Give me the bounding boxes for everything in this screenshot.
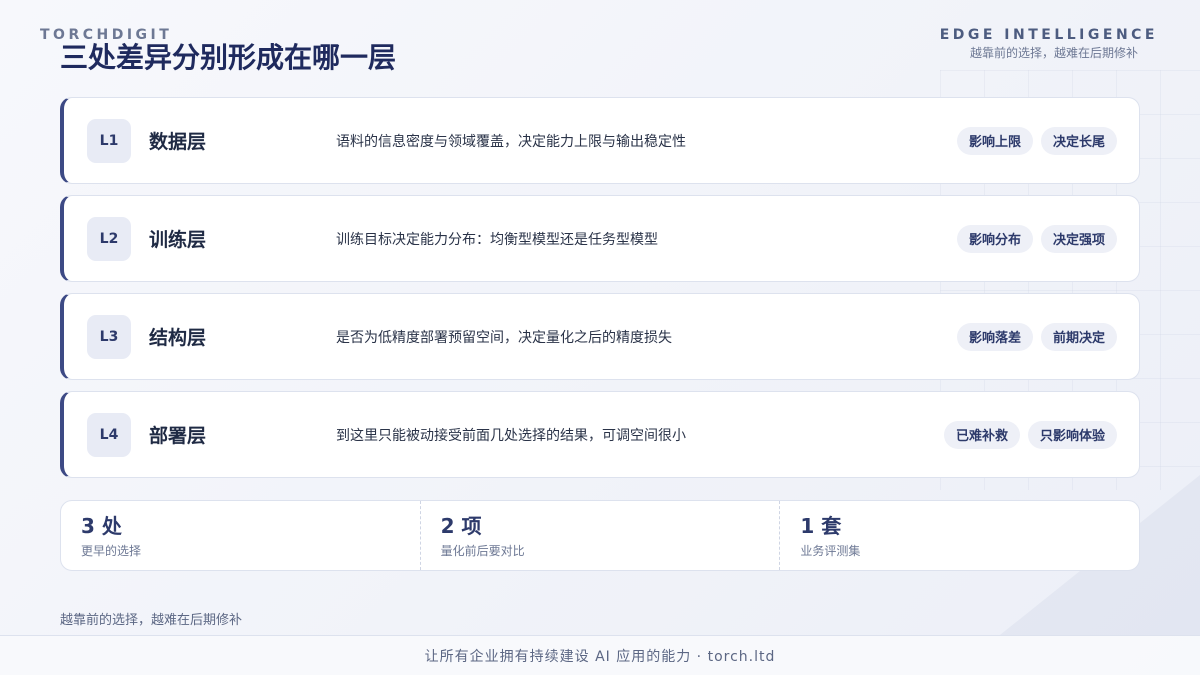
layer-code-badge: L3 [87, 314, 131, 359]
stat-value: 2 项 [440, 514, 482, 538]
footer-bar: 让所有企业拥有持续建设 AI 应用的能力 · torch.ltd [0, 635, 1200, 675]
layer-name: 结构层 [149, 327, 207, 349]
layer-tags: 已难补救 只影响体验 [943, 420, 1117, 449]
layer-tags: 影响落差 前期决定 [956, 322, 1117, 351]
layer-description: 语料的信息密度与领域覆盖，决定能力上限与输出稳定性 [336, 133, 686, 150]
stat-label: 更早的选择 [81, 544, 142, 558]
stat-item: 3 处 更早的选择 [61, 501, 421, 570]
stat-label: 业务评测集 [800, 544, 861, 558]
header-tag-chinese: 越靠前的选择，越难在后期修补 [969, 46, 1138, 60]
layer-tag: 影响落差 [956, 322, 1033, 351]
header-tag-english: EDGE INTELLIGENCE [939, 27, 1158, 43]
layer-tag: 只影响体验 [1027, 420, 1117, 449]
stat-label: 量化前后要对比 [440, 544, 525, 558]
layer-tag: 影响上限 [956, 126, 1033, 155]
layer-tags: 影响分布 决定强项 [956, 224, 1117, 253]
summary-stats: 3 处 更早的选择 2 项 量化前后要对比 1 套 业务评测集 [60, 500, 1140, 571]
layer-card-l1: L1 数据层 语料的信息密度与领域覆盖，决定能力上限与输出稳定性 影响上限 决定… [60, 97, 1140, 184]
stat-value: 1 套 [800, 514, 842, 538]
layer-description: 训练目标决定能力分布：均衡型模型还是任务型模型 [336, 231, 658, 248]
layer-name: 部署层 [149, 425, 207, 447]
layer-tags: 影响上限 决定长尾 [956, 126, 1117, 155]
page-title: 三处差异分别形成在哪一层 [60, 41, 397, 74]
layer-name: 训练层 [149, 229, 207, 251]
layer-card-l3: L3 结构层 是否为低精度部署预留空间，决定量化之后的精度损失 影响落差 前期决… [60, 293, 1140, 380]
layer-tag: 影响分布 [956, 224, 1033, 253]
layer-description: 到这里只能被动接受前面几处选择的结果，可调空间很小 [336, 427, 686, 444]
layer-list: L1 数据层 语料的信息密度与领域覆盖，决定能力上限与输出稳定性 影响上限 决定… [60, 97, 1140, 489]
layer-description: 是否为低精度部署预留空间，决定量化之后的精度损失 [336, 329, 672, 346]
layer-card-l4: L4 部署层 到这里只能被动接受前面几处选择的结果，可调空间很小 已难补救 只影… [60, 391, 1140, 478]
layer-code-badge: L4 [87, 412, 131, 457]
layer-tag: 决定长尾 [1040, 126, 1117, 155]
stat-item: 2 项 量化前后要对比 [421, 501, 781, 570]
layer-tag: 前期决定 [1040, 322, 1117, 351]
layer-tag: 决定强项 [1040, 224, 1117, 253]
stat-value: 3 处 [81, 514, 122, 538]
stat-item: 1 套 业务评测集 [780, 501, 1139, 570]
layer-tag: 已难补救 [943, 420, 1020, 449]
bottom-note: 越靠前的选择，越难在后期修补 [60, 613, 243, 628]
footer-text: 让所有企业拥有持续建设 AI 应用的能力 · torch.ltd [424, 648, 776, 665]
layer-card-l2: L2 训练层 训练目标决定能力分布：均衡型模型还是任务型模型 影响分布 决定强项 [60, 195, 1140, 282]
layer-code-badge: L2 [87, 216, 131, 261]
layer-code-badge: L1 [87, 118, 131, 163]
layer-name: 数据层 [149, 131, 207, 153]
